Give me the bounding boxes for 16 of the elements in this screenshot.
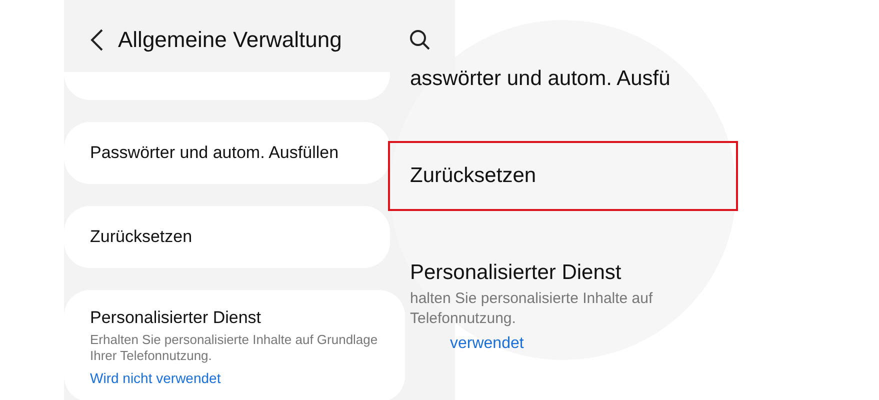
item-title: Personalisierter Dienst — [90, 308, 262, 328]
item-description: Erhalten Sie personalisierte Inhalte auf Grundlage Ihrer Telefonnutzung. — [90, 332, 379, 364]
item-title: Zurücksetzen — [90, 227, 194, 247]
item-title: Zurücksetzen — [410, 164, 538, 188]
settings-item[interactable]: Zurücksetzen — [64, 206, 390, 268]
item-title: Personalisierter Dienst — [410, 261, 622, 285]
item-description: halten Sie personalisierte Inhalte auf Telefonnutzung. — [410, 289, 654, 329]
page-title: Allgemeine Verwaltung — [118, 27, 343, 53]
item-title: asswörter und autom. Ausfü — [410, 67, 672, 91]
settings-item[interactable]: Passwörter und autom. Ausfüllen — [64, 122, 390, 184]
settings-item[interactable]: Personalisierter Dienst Erhalten Sie personalisierte Inhalte auf Grundlage Ihrer Telefonnutzung. Wird nicht verwendet — [64, 290, 405, 400]
search-button[interactable] — [409, 29, 431, 51]
back-button[interactable] — [90, 28, 104, 52]
item-title: Passwörter und autom. Ausfüllen — [90, 143, 340, 163]
status-link[interactable]: Wird nicht verwendet — [90, 370, 397, 386]
status-link[interactable]: verwendet — [410, 335, 716, 353]
